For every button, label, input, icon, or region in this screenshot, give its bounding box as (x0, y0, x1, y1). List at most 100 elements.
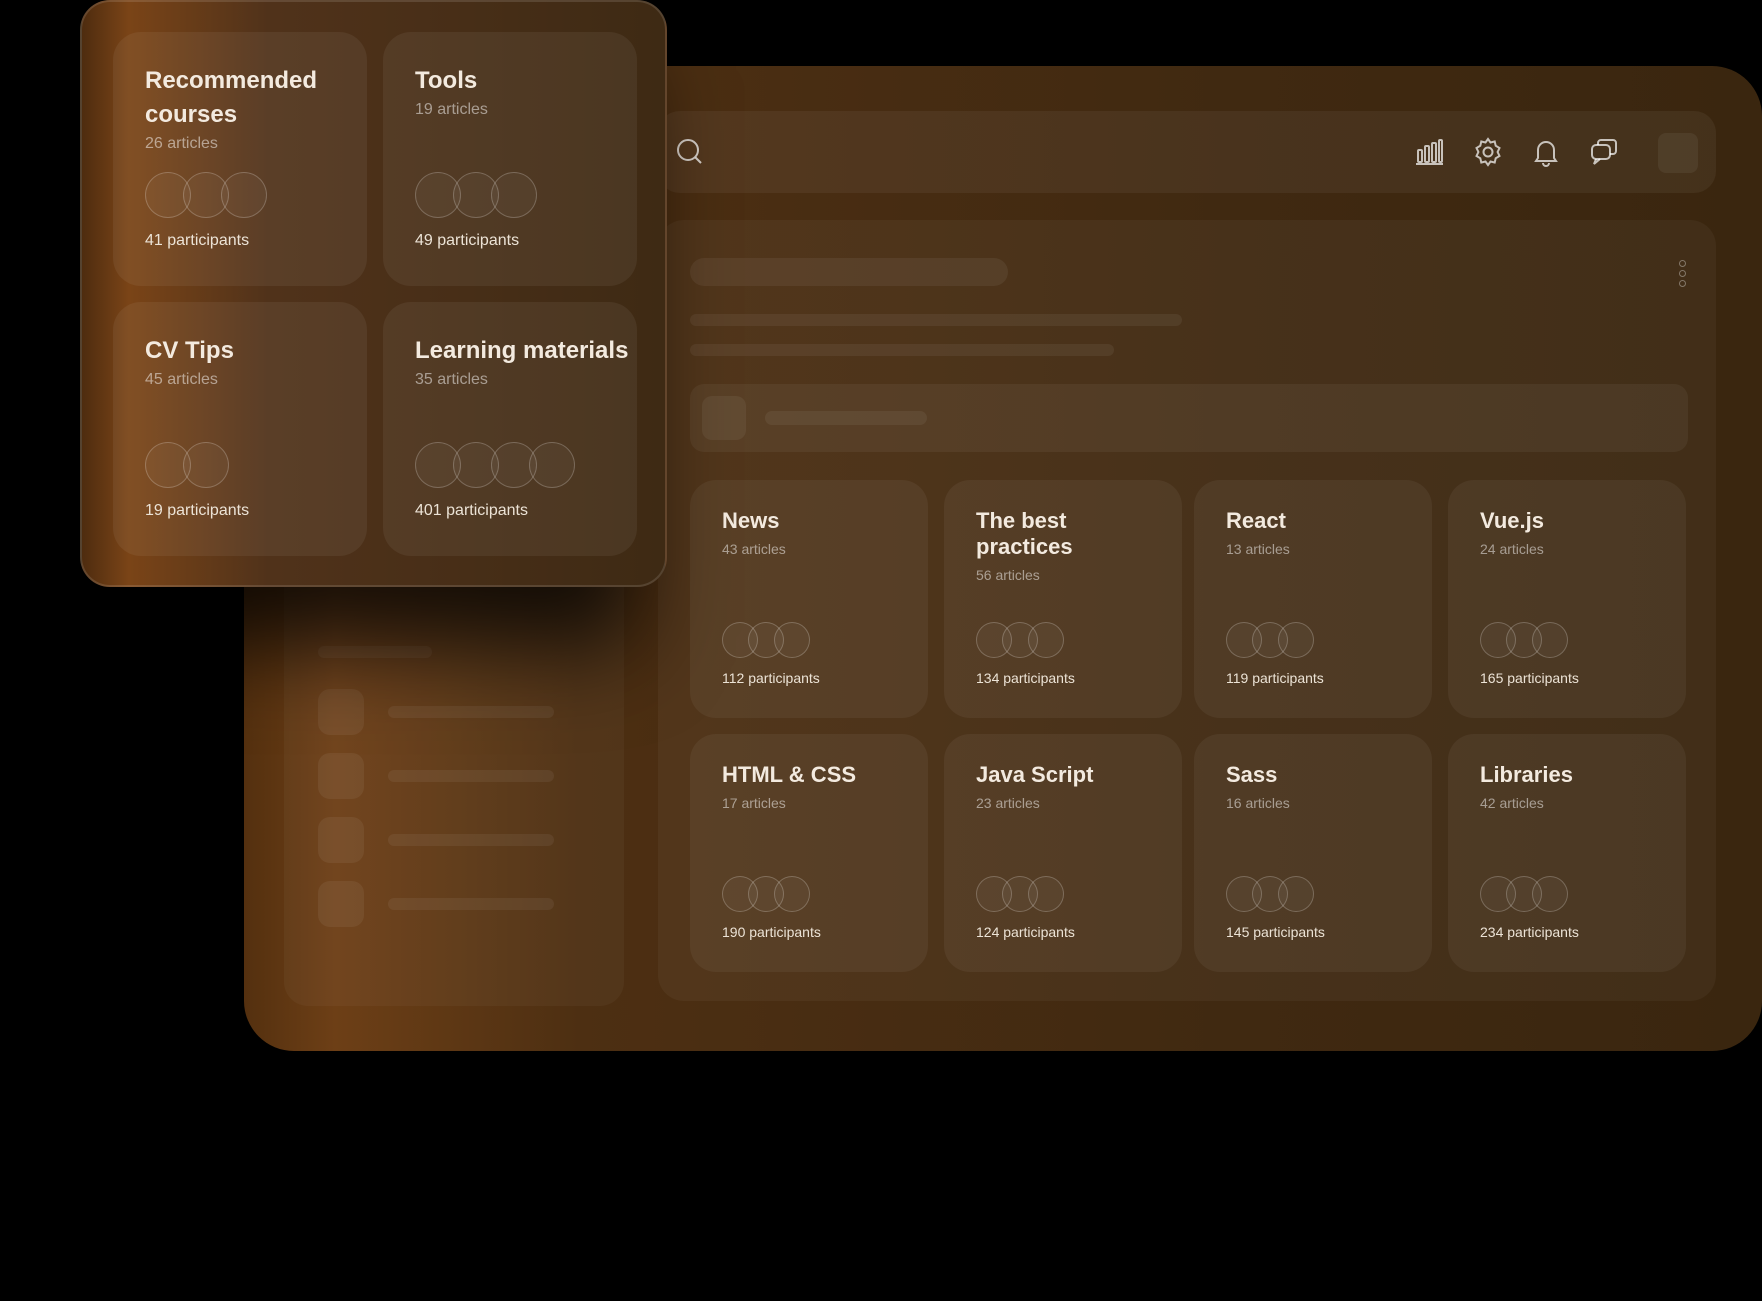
avatar (774, 876, 810, 912)
card-title: Libraries 42 articles (1480, 762, 1670, 812)
card-title: Vue.js 24 articles (1480, 508, 1670, 558)
chat-icon[interactable] (1588, 136, 1620, 168)
category-card[interactable]: Sass 16 articles 145 participants (1194, 734, 1432, 972)
article-count: 43 articles (722, 541, 786, 557)
avatar-group (1480, 876, 1568, 912)
participant-count: 41 participants (145, 232, 250, 249)
avatar (1532, 876, 1568, 912)
sidebar (284, 546, 624, 1006)
top-bar (658, 111, 1716, 193)
card-title: Recommended courses 26 articles (145, 64, 360, 154)
sidebar-item-label (388, 898, 554, 910)
sidebar-item-icon (318, 753, 364, 799)
article-count: 45 articles (145, 371, 218, 388)
more-options-icon[interactable] (1677, 260, 1687, 287)
avatar (1532, 622, 1568, 658)
user-avatar[interactable] (1658, 133, 1698, 173)
category-card[interactable]: Libraries 42 articles 234 participants (1448, 734, 1686, 972)
article-count: 17 articles (722, 795, 786, 811)
category-card[interactable]: The best practices 56 articles 134 partic… (944, 480, 1182, 718)
avatar-group (1226, 622, 1314, 658)
article-count: 16 articles (1226, 795, 1290, 811)
avatar (774, 622, 810, 658)
card-title: Java Script 23 articles (976, 762, 1166, 812)
article-count: 19 articles (415, 101, 488, 118)
avatar-group (1480, 622, 1568, 658)
sidebar-item[interactable] (318, 753, 554, 799)
bar-chart-icon[interactable] (1413, 136, 1445, 168)
participant-count: 190 participants (722, 924, 821, 940)
featured-card[interactable]: Recommended courses 26 articles 41 partic… (113, 32, 367, 286)
article-count: 42 articles (1480, 795, 1544, 811)
sidebar-placeholder (318, 646, 432, 658)
article-count: 26 articles (145, 135, 218, 152)
avatar (1028, 876, 1064, 912)
avatar-group (415, 172, 537, 218)
search-icon[interactable] (676, 138, 704, 166)
search-row-label (765, 411, 927, 425)
sidebar-item-icon (318, 881, 364, 927)
card-title: Tools 19 articles (415, 64, 630, 120)
participant-count: 134 participants (976, 670, 1075, 686)
article-count: 23 articles (976, 795, 1040, 811)
article-count: 56 articles (976, 567, 1040, 583)
avatar (221, 172, 267, 218)
featured-card[interactable]: Learning materials 35 articles 401 partic… (383, 302, 637, 556)
avatar-group (145, 442, 229, 488)
participant-count: 124 participants (976, 924, 1075, 940)
avatar (1278, 622, 1314, 658)
category-card[interactable]: Java Script 23 articles 124 participants (944, 734, 1182, 972)
avatar-group (722, 622, 810, 658)
category-card[interactable]: React 13 articles 119 participants (1194, 480, 1432, 718)
featured-card[interactable]: Tools 19 articles 49 participants (383, 32, 637, 286)
avatar-group (415, 442, 575, 488)
card-title: News 43 articles (722, 508, 912, 558)
text-placeholder (690, 344, 1114, 356)
sidebar-item-label (388, 770, 554, 782)
featured-card[interactable]: CV Tips 45 articles 19 participants (113, 302, 367, 556)
sidebar-item[interactable] (318, 881, 554, 927)
avatar (529, 442, 575, 488)
participant-count: 145 participants (1226, 924, 1325, 940)
category-card[interactable]: HTML & CSS 17 articles 190 participants (690, 734, 928, 972)
card-title: The best practices 56 articles (976, 508, 1166, 584)
sidebar-item-icon (318, 817, 364, 863)
avatar-group (145, 172, 267, 218)
content-panel: News 43 articles 112 participants The bes… (658, 220, 1716, 1001)
avatar-group (1226, 876, 1314, 912)
search-row-icon (702, 396, 746, 440)
text-placeholder (690, 314, 1182, 326)
avatar-group (722, 876, 810, 912)
avatar-group (976, 876, 1064, 912)
participant-count: 112 participants (722, 670, 820, 686)
card-title: Sass 16 articles (1226, 762, 1416, 812)
sidebar-item[interactable] (318, 817, 554, 863)
participant-count: 165 participants (1480, 670, 1579, 686)
avatar (1028, 622, 1064, 658)
featured-popup: Recommended courses 26 articles 41 partic… (80, 0, 667, 587)
sidebar-item-label (388, 706, 554, 718)
sidebar-item-label (388, 834, 554, 846)
avatar (491, 172, 537, 218)
participant-count: 119 participants (1226, 670, 1324, 686)
card-title: CV Tips 45 articles (145, 334, 360, 390)
title-placeholder (690, 258, 1008, 286)
article-count: 13 articles (1226, 541, 1290, 557)
search-row[interactable] (690, 384, 1688, 452)
category-card[interactable]: Vue.js 24 articles 165 participants (1448, 480, 1686, 718)
avatar (183, 442, 229, 488)
gear-icon[interactable] (1472, 136, 1504, 168)
participant-count: 19 participants (145, 502, 250, 519)
article-count: 35 articles (415, 371, 488, 388)
sidebar-item[interactable] (318, 689, 554, 735)
sidebar-item-icon (318, 689, 364, 735)
card-title: Learning materials 35 articles (415, 337, 629, 388)
avatar-group (976, 622, 1064, 658)
category-card[interactable]: News 43 articles 112 participants (690, 480, 928, 718)
participant-count: 49 participants (415, 232, 520, 249)
bell-icon[interactable] (1530, 136, 1562, 168)
participant-count: 234 participants (1480, 924, 1579, 940)
avatar (1278, 876, 1314, 912)
card-title: HTML & CSS 17 articles (722, 762, 912, 812)
participant-count: 401 participants (415, 502, 528, 519)
